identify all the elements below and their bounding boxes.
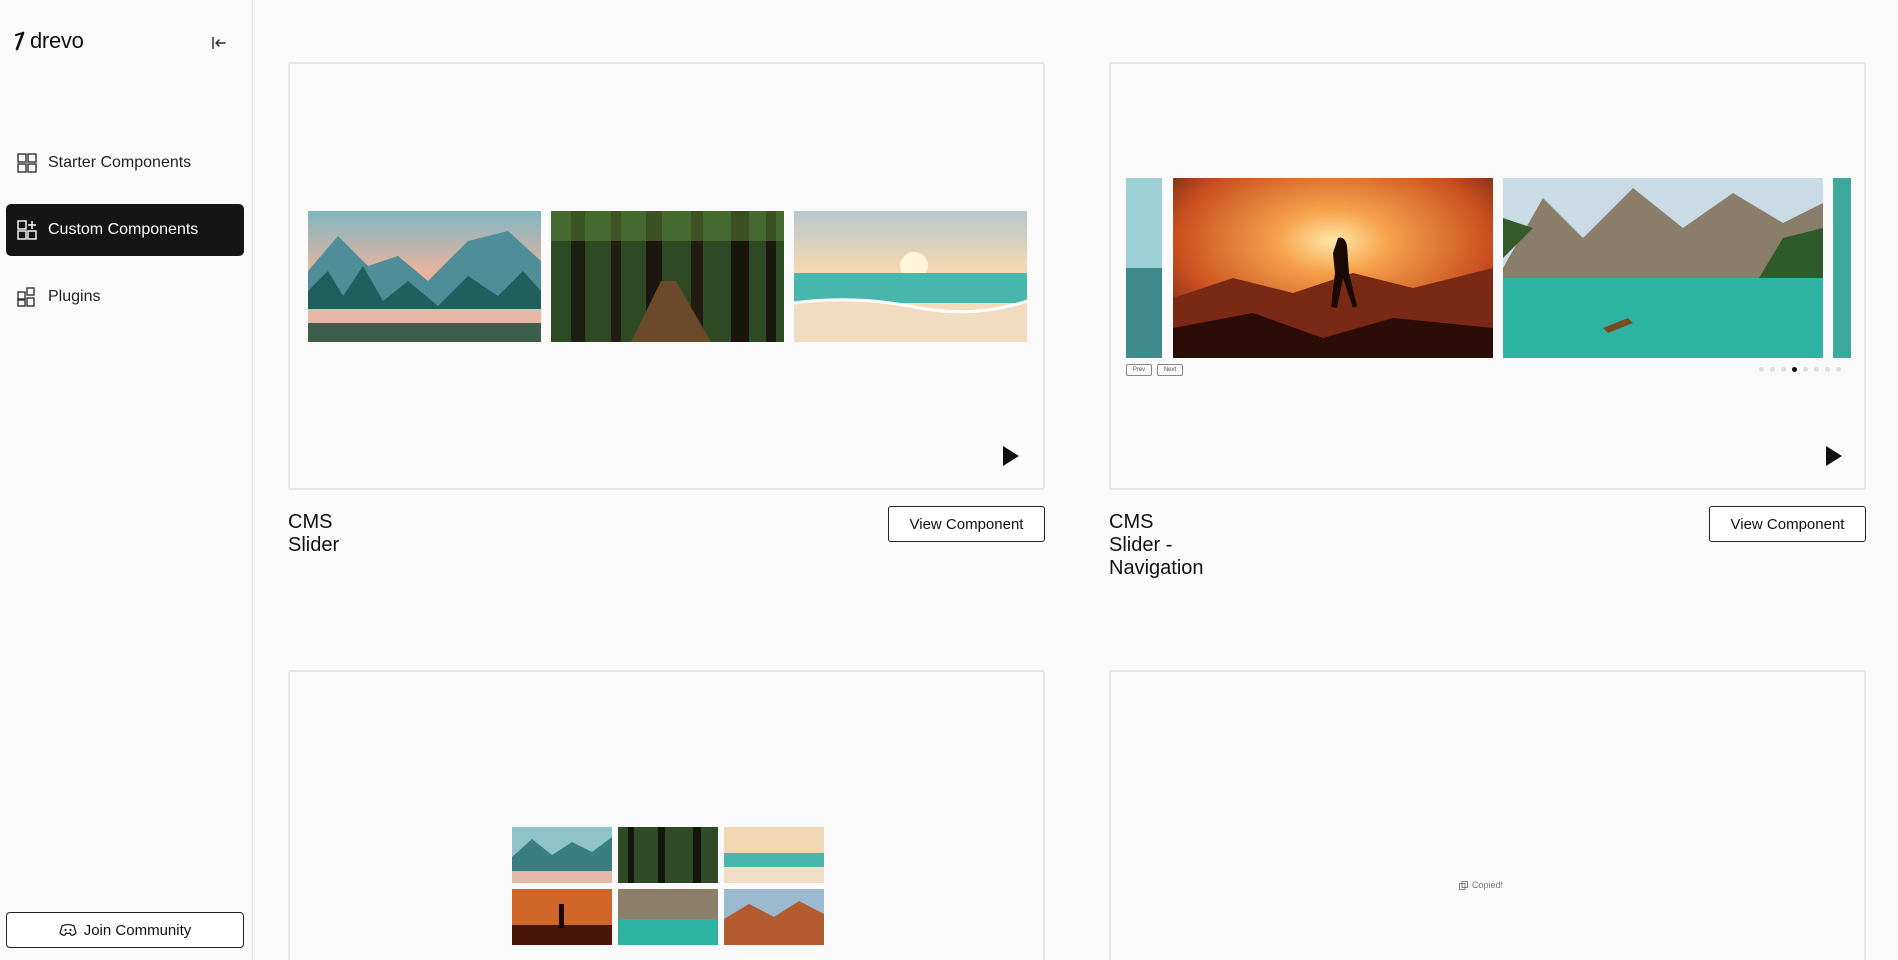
sidebar-item-label: Plugins <box>48 288 101 305</box>
gallery-valley-image <box>512 827 612 883</box>
plugin-grid-icon <box>16 286 38 308</box>
pagination-dot[interactable] <box>1781 367 1786 372</box>
gallery-silhouette-image <box>512 889 612 945</box>
discord-icon <box>59 923 77 936</box>
component-preview[interactable]: Prev Next <box>1109 62 1866 490</box>
join-community-label: Join Community <box>83 921 192 939</box>
card-title: CMS Slider - Navigation <box>1109 511 1204 579</box>
slide-partial-left-image <box>1126 178 1162 358</box>
copy-icon <box>1459 880 1468 890</box>
sidebar-item-starter-components[interactable]: Starter Components <box>6 137 244 189</box>
sidebar-item-custom-components[interactable]: Custom Components <box>6 204 244 256</box>
component-preview[interactable] <box>288 62 1045 490</box>
gallery-forest-image <box>618 827 718 883</box>
sidebar-nav: Starter Components Custom Components Plu… <box>6 137 244 338</box>
card-title: CMS Slider <box>288 511 340 556</box>
sidebar: drevo Starter Components Custom Componen… <box>0 0 253 960</box>
silhouette-sunset-image <box>1173 178 1493 358</box>
component-preview[interactable]: Copied! <box>1109 670 1866 960</box>
brand-logo[interactable]: drevo <box>14 28 84 54</box>
join-community-button[interactable]: Join Community <box>6 912 244 948</box>
copied-indicator: Copied! <box>1459 880 1503 890</box>
mountain-lake-image <box>1503 178 1823 358</box>
next-button[interactable]: Next <box>1157 364 1183 376</box>
prev-button[interactable]: Prev <box>1126 364 1152 376</box>
gallery-beach-image <box>724 827 824 883</box>
slider-pagination-dots <box>1759 367 1841 372</box>
pagination-dot[interactable] <box>1770 367 1775 372</box>
pagination-dot-active[interactable] <box>1792 367 1797 372</box>
sidebar-item-label: Starter Components <box>48 154 192 171</box>
drevo-logo-mark-icon <box>14 31 26 51</box>
landscape-valley-image <box>308 211 541 342</box>
view-component-button[interactable]: View Component <box>1709 506 1866 542</box>
play-icon[interactable] <box>1821 444 1845 468</box>
grid-plus-icon <box>16 219 38 241</box>
sidebar-item-plugins[interactable]: Plugins <box>6 271 244 323</box>
beach-sunset-image <box>794 211 1027 342</box>
pagination-dot[interactable] <box>1814 367 1819 372</box>
gallery-lake-image <box>618 889 718 945</box>
view-component-button[interactable]: View Component <box>888 506 1045 542</box>
collapse-sidebar-button[interactable] <box>208 32 230 54</box>
app-root: drevo Starter Components Custom Componen… <box>0 0 1898 960</box>
brand-name: drevo <box>30 28 84 53</box>
copied-label: Copied! <box>1472 880 1504 890</box>
forest-path-image <box>551 211 784 342</box>
pagination-dot[interactable] <box>1803 367 1808 372</box>
gallery-canyon-image <box>724 889 824 945</box>
slide-partial-right-image <box>1833 178 1851 358</box>
grid-icon <box>16 152 38 174</box>
pagination-dot[interactable] <box>1836 367 1841 372</box>
pagination-dot[interactable] <box>1759 367 1764 372</box>
play-icon[interactable] <box>998 444 1022 468</box>
pagination-dot[interactable] <box>1825 367 1830 372</box>
sidebar-item-label: Custom Components <box>48 221 199 238</box>
collapse-left-icon <box>212 37 226 49</box>
component-preview[interactable] <box>288 670 1045 960</box>
